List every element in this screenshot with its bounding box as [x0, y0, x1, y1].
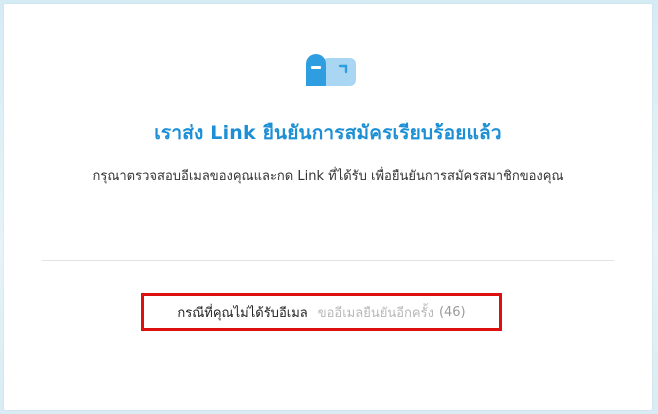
resend-email-section: กรณีที่คุณไม่ได้รับอีเมล ขออีเมลยืนยันอี… [141, 293, 502, 331]
confirmation-headline: เราส่ง Link ยืนยันการสมัครเรียบร้อยแล้ว [154, 122, 502, 144]
resend-email-link[interactable]: ขออีเมลยืนยันอีกครั้ง [318, 302, 434, 323]
resend-countdown: (46) [438, 304, 466, 320]
divider [42, 260, 614, 261]
mailbox-icon [302, 50, 358, 90]
confirmation-card: เราส่ง Link ยืนยันการสมัครเรียบร้อยแล้ว … [4, 4, 652, 410]
confirmation-instruction: กรุณาตรวจสอบอีเมลของคุณและกด Link ที่ได้… [92, 169, 564, 184]
resend-question-text: กรณีที่คุณไม่ได้รับอีเมล [177, 305, 308, 321]
